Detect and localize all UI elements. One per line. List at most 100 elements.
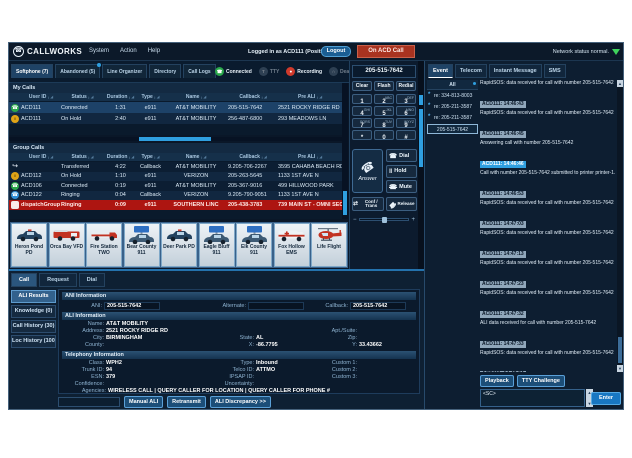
column-header-type[interactable]: Type↕◢ (137, 93, 164, 101)
filter-205-515-7642[interactable]: 205-515-7642 (427, 124, 478, 134)
event-message[interactable]: RapidSOS: data received for call with nu… (480, 80, 617, 86)
event-message[interactable]: ACD111: 14:47:33RapidSOS: data received … (480, 332, 617, 356)
column-header-pre-ali[interactable]: Pre ALI↕◢ (278, 153, 342, 161)
release-button[interactable]: ☎Release (386, 197, 418, 211)
speed-dial-heron-pond-pd[interactable]: Heron Pond PD (11, 223, 47, 267)
column-header-status[interactable]: Status↕◢ (61, 93, 104, 101)
event-message[interactable]: ACD111: 14:47:34RapidSOS: data received … (480, 362, 617, 372)
column-header-name[interactable]: Name↕◢ (164, 93, 228, 101)
speed-dial-life-flight[interactable]: Life Flight (311, 223, 347, 267)
volume-thumb[interactable] (382, 217, 387, 223)
column-header-name[interactable]: Name↕◢ (164, 153, 228, 161)
event-tab-telecom[interactable]: Telecom (455, 64, 487, 78)
tty-input[interactable]: <SC> (480, 389, 585, 407)
call-row[interactable]: ☎ACD122Ringing0:04CallbackVERIZON9.205-7… (9, 191, 342, 201)
manual-ali-input[interactable] (58, 397, 120, 407)
ali-discrepancy-button[interactable]: ALI Discrepancy >> (210, 396, 271, 408)
column-header-type[interactable]: Type↕◢ (137, 153, 164, 161)
column-header-user-id[interactable]: User ID↕◢ (21, 93, 61, 101)
keypad-6-button[interactable]: 6MNO (396, 106, 416, 116)
call-row[interactable]: ☎ACD106Connected0:19e911AT&T MOBILITY205… (9, 181, 342, 191)
manual-ali-button[interactable]: Manual ALI (124, 396, 163, 408)
tab-abandoned-5[interactable]: Abandoned (5) (55, 64, 100, 78)
event-tab-event[interactable]: Event (428, 64, 453, 78)
call-row[interactable]: ‖ACD112On Hold1:10e911VERIZON205-263-564… (9, 172, 342, 182)
keypad-star-button[interactable]: * (352, 130, 372, 140)
menu-system[interactable]: System (89, 48, 109, 54)
tab-line-organizer[interactable]: Line Organizer (102, 64, 147, 78)
column-header-callback[interactable]: Callback↕◢ (228, 93, 278, 101)
enter-button[interactable]: Enter (591, 392, 621, 405)
filter-re-334-813-8003[interactable]: *re: 334-813-8003 (427, 91, 478, 101)
volume-track[interactable] (359, 218, 410, 221)
call-row[interactable]: ↪Transferred4:22CallbackAT&T MOBILITY9.2… (9, 162, 342, 172)
filter-re-205-211-3587[interactable]: *re: 205-211-3587 (427, 102, 478, 112)
tab-directory[interactable]: Directory (149, 64, 181, 78)
call-row[interactable]: ☎dispatchGroupRinging0:09e911SOUTHERN LI… (9, 200, 342, 210)
event-message[interactable]: ACD111: 14:47:13RapidSOS: data received … (480, 242, 617, 266)
event-message[interactable]: ACD111: 14:47:03RapidSOS: data received … (480, 212, 617, 236)
event-tab-instant-message[interactable]: Instant Message (489, 64, 542, 78)
volume-up-icon[interactable]: + (411, 217, 415, 223)
acd-status-button[interactable]: On ACD Call (357, 45, 415, 58)
event-message[interactable]: ACD111: 14:46:43RapidSOS: data received … (480, 92, 617, 116)
speed-dial-eagle-bluff-911[interactable]: Eagle Bluff 911 (199, 223, 235, 267)
column-header-duration[interactable]: Duration↕◢ (104, 93, 137, 101)
sidebar-item-loc-history-100[interactable]: Loc History (100) (11, 335, 56, 348)
answer-button[interactable]: ☎ Answer (352, 149, 383, 193)
flash-button[interactable]: Flash (374, 81, 394, 91)
sidebar-item-call-history-30[interactable]: Call History (30) (11, 320, 56, 333)
tab-call-logs[interactable]: Call Logs (183, 64, 216, 78)
sidebar-item-knowledge-0[interactable]: Knowledge (0) (11, 305, 56, 318)
keypad-3-button[interactable]: 3DEF (396, 94, 416, 104)
vscroll-thumb[interactable] (343, 191, 347, 215)
conf-trans-button[interactable]: ⇄Conf / Trans (352, 197, 384, 211)
vscroll-thumb[interactable] (419, 109, 423, 167)
filter-re-205-211-3587[interactable]: *re: 205-211-3587 (427, 113, 478, 123)
vscroll-thumb[interactable] (419, 95, 423, 105)
call-row[interactable]: ‖ACD111On Hold2:40e911AT&T MOBILITY256-4… (9, 113, 342, 124)
keypad-1-button[interactable]: 1 (352, 94, 372, 104)
speed-dial-elk-county-911[interactable]: Elk County 911 (236, 223, 272, 267)
keypad-9-button[interactable]: 9WXYZ (396, 118, 416, 128)
volume-slider[interactable]: − + (353, 216, 415, 223)
call-panel-tab-call[interactable]: Call (11, 273, 37, 287)
keypad-4-button[interactable]: 4GHI (352, 106, 372, 116)
keypad-7-button[interactable]: 7PQRS (352, 118, 372, 128)
keypad-8-button[interactable]: 8TUV (374, 118, 394, 128)
column-header-user-id[interactable]: User ID↕◢ (21, 153, 61, 161)
keypad-pound-button[interactable]: # (396, 130, 416, 140)
my-calls-hscrollbar[interactable] (9, 137, 342, 141)
speed-dial-fire-station-two[interactable]: Fire Station TWO (86, 223, 122, 267)
call-row[interactable]: ☎ACD111Connected1:31e911AT&T MOBILITY205… (9, 102, 342, 113)
event-message[interactable]: ACD111: 14:46:46Call with number 205-515… (480, 152, 617, 176)
event-message[interactable]: ACD111: 14:47:23RapidSOS: data received … (480, 272, 617, 296)
filter-all[interactable]: All (427, 80, 478, 90)
column-header-callback[interactable]: Callback↕◢ (228, 153, 278, 161)
keypad-2-button[interactable]: 2ABC (374, 94, 394, 104)
call-panel-tab-request[interactable]: Request (39, 273, 77, 287)
tab-softphone-7[interactable]: Softphone (7) (11, 64, 53, 78)
hold-button[interactable]: ‖Hold (386, 165, 417, 178)
playback-button[interactable]: Playback (480, 375, 514, 387)
column-header-status[interactable]: Status↕◢ (61, 153, 104, 161)
menu-help[interactable]: Help (148, 48, 160, 54)
clear-button[interactable]: Clear (352, 81, 372, 91)
hscroll-thumb[interactable] (139, 137, 211, 141)
keypad-5-button[interactable]: 5JKL (374, 106, 394, 116)
column-header-pre-ali[interactable]: Pre ALI↕◢ (278, 93, 342, 101)
menu-action[interactable]: Action (120, 48, 137, 54)
calls-vscrollbar[interactable] (342, 83, 348, 219)
keypad-0-button[interactable]: 0 (374, 130, 394, 140)
vscroll-thumb[interactable] (618, 337, 622, 363)
dial-button[interactable]: ☎Dial (386, 149, 417, 162)
retransmit-button[interactable]: Retransmit (167, 396, 206, 408)
speed-dial-deer-park-pd[interactable]: Deer Park PD (161, 223, 197, 267)
messages-vscrollbar[interactable] (617, 80, 623, 372)
event-message[interactable]: ACD111: 14:47:32ALI data received for ca… (480, 302, 617, 326)
event-message[interactable]: ACD111: 14:46:45Answering call with numb… (480, 122, 617, 146)
speed-dial-bear-county-911[interactable]: Bear County 911 (124, 223, 160, 267)
mute-button[interactable]: ☎Mute (386, 180, 417, 193)
volume-down-icon[interactable]: − (353, 217, 357, 223)
column-header-duration[interactable]: Duration↕◢ (104, 153, 137, 161)
